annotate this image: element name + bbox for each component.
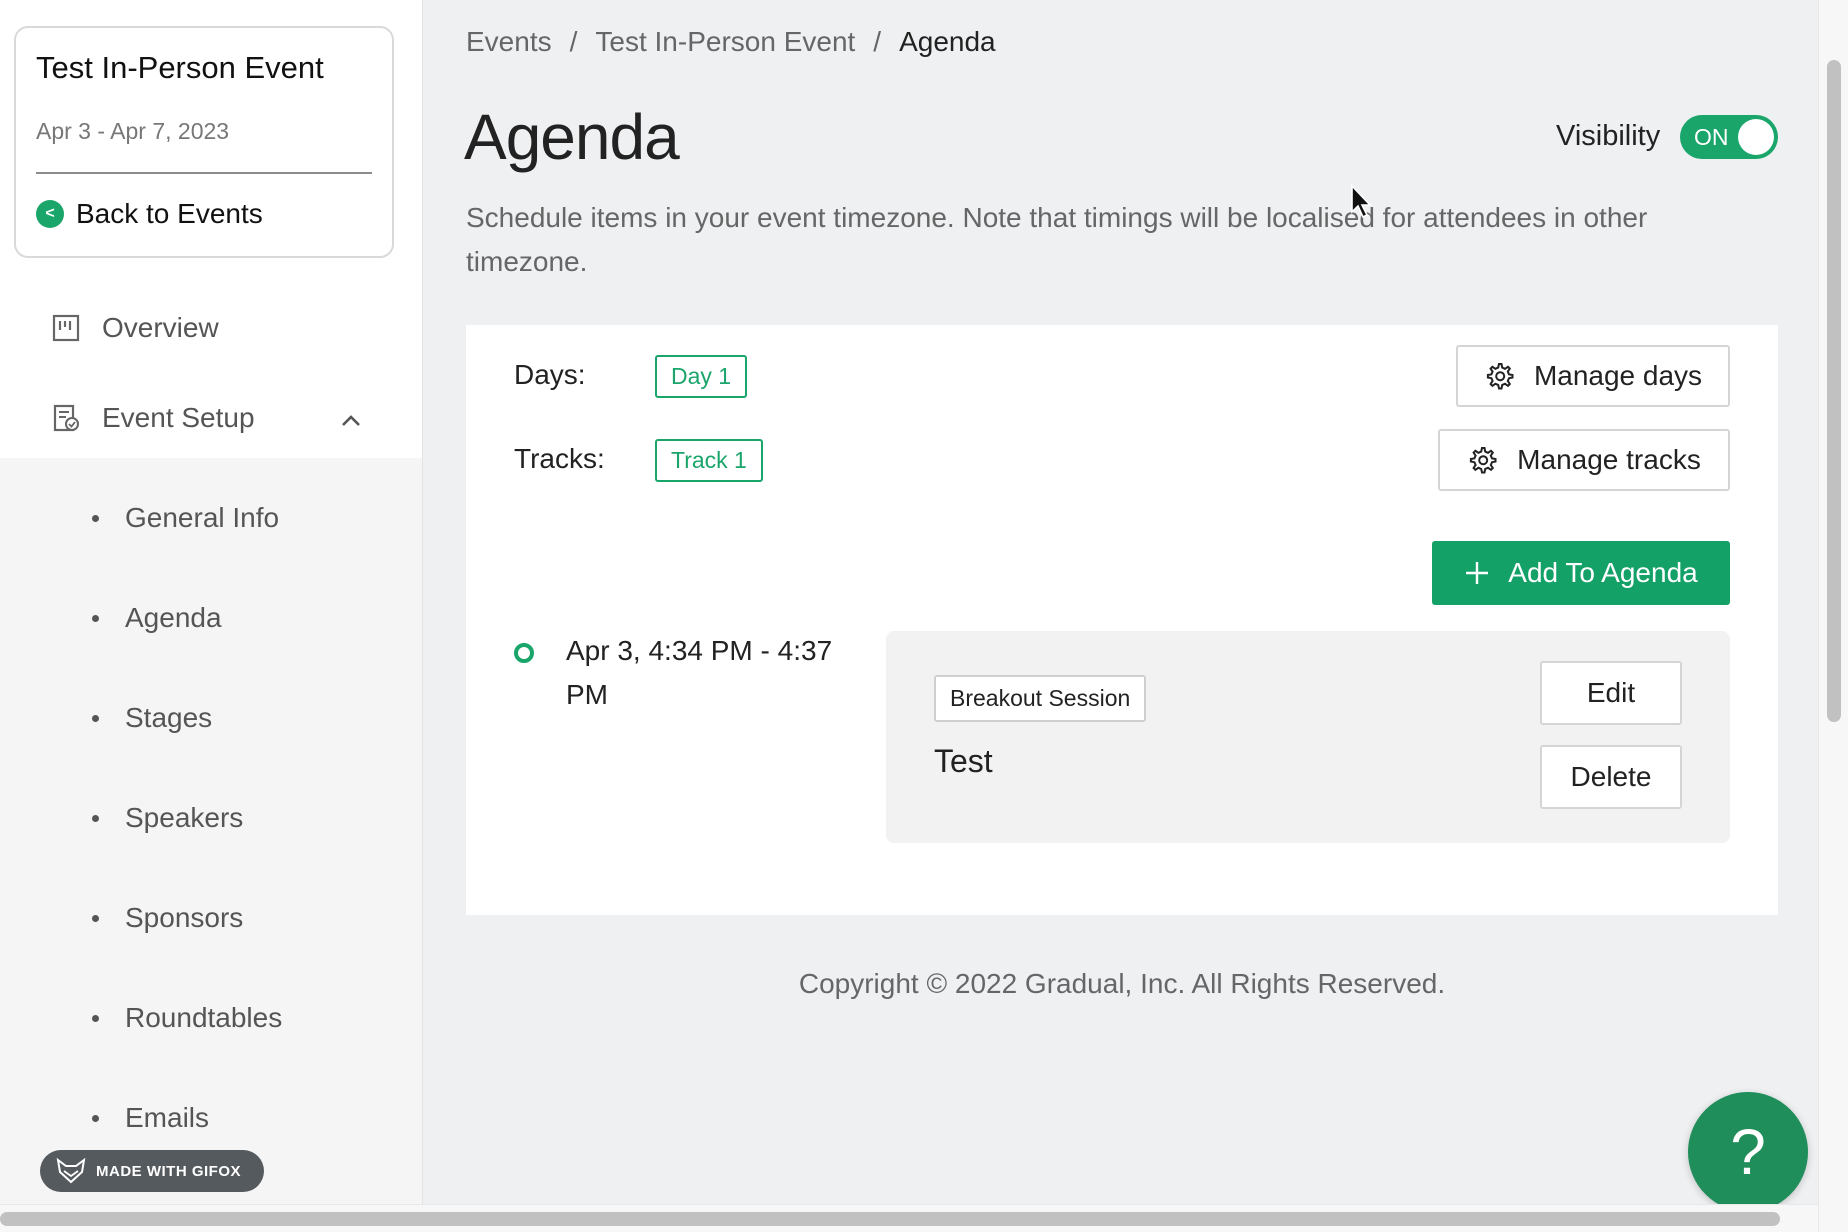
back-to-events-link[interactable]: < Back to Events <box>36 198 263 230</box>
event-title: Test In-Person Event <box>36 50 324 85</box>
edit-button[interactable]: Edit <box>1540 661 1682 725</box>
sidebar-subitem-label: General Info <box>125 502 280 533</box>
copyright-footer: Copyright © 2022 Gradual, Inc. All Right… <box>798 968 1446 999</box>
delete-label: Delete <box>1570 761 1652 792</box>
agenda-panel: Days: Day 1 Manage days Tracks: Track 1 … <box>466 325 1778 915</box>
sidebar-item-event-setup[interactable]: Event Setup <box>52 402 255 434</box>
help-button[interactable]: ? <box>1688 1092 1808 1212</box>
toggle-knob <box>1738 119 1774 155</box>
bullet <box>92 814 99 822</box>
sidebar-subitem-stages[interactable]: Stages <box>92 702 212 734</box>
gifox-watermark: MADE WITH GIFOX <box>40 1150 264 1192</box>
breadcrumb-separator: / <box>569 26 578 57</box>
add-to-agenda-label: Add To Agenda <box>1508 557 1698 588</box>
back-arrow-icon: < <box>36 200 64 228</box>
delete-button[interactable]: Delete <box>1540 745 1682 809</box>
vertical-scrollbar[interactable] <box>1818 0 1848 1232</box>
tracks-label: Tracks: <box>514 443 605 474</box>
sidebar-subitem-emails[interactable]: Emails <box>92 1102 209 1134</box>
breadcrumb-current: Agenda <box>899 26 996 57</box>
page-title: Agenda <box>464 101 680 173</box>
sidebar: Test In-Person Event Apr 3 - Apr 7, 2023… <box>0 0 423 1232</box>
sidebar-subitem-label: Emails <box>125 1102 210 1133</box>
day-tag[interactable]: Day 1 <box>655 355 748 398</box>
session-type-badge: Breakout Session <box>934 675 1147 722</box>
gear-icon <box>1486 363 1514 390</box>
breadcrumb: Events / Test In-Person Event / Agenda <box>466 26 1014 58</box>
plus-icon <box>1466 562 1489 584</box>
visibility-label: Visibility <box>1556 120 1661 152</box>
sidebar-subitem-label: Agenda <box>125 602 222 633</box>
card-divider <box>36 172 372 174</box>
event-setup-icon <box>53 404 79 432</box>
visibility-toggle[interactable]: ON <box>1680 115 1778 159</box>
sidebar-subitem-label: Sponsors <box>125 902 244 933</box>
horizontal-scrollbar[interactable] <box>0 1204 1818 1232</box>
back-to-events-label: Back to Events <box>76 198 263 229</box>
horizontal-scroll-thumb[interactable] <box>0 1212 1780 1226</box>
bullet <box>92 614 99 622</box>
add-to-agenda-button[interactable]: Add To Agenda <box>1432 541 1730 605</box>
edit-label: Edit <box>1586 677 1636 708</box>
sidebar-item-label: Event Setup <box>102 402 255 433</box>
toggle-state-text: ON <box>1694 124 1729 150</box>
sidebar-item-overview[interactable]: Overview <box>52 312 219 344</box>
sidebar-subitem-speakers[interactable]: Speakers <box>92 802 243 834</box>
event-card: Test In-Person Event Apr 3 - Apr 7, 2023… <box>14 26 394 258</box>
sidebar-top-section: Test In-Person Event Apr 3 - Apr 7, 2023… <box>0 0 422 458</box>
track-tag[interactable]: Track 1 <box>655 439 763 482</box>
bullet <box>92 1014 99 1022</box>
sidebar-subitem-general-info[interactable]: General Info <box>92 502 279 534</box>
sidebar-subitem-agenda[interactable]: Agenda <box>92 602 222 634</box>
manage-tracks-button[interactable]: Manage tracks <box>1438 429 1730 491</box>
bullet <box>92 514 99 522</box>
sidebar-item-label: Overview <box>102 312 219 343</box>
bullet <box>92 1114 99 1122</box>
breadcrumb-event[interactable]: Test In-Person Event <box>595 26 855 58</box>
gear-icon <box>1470 447 1497 474</box>
vertical-scroll-thumb[interactable] <box>1827 60 1841 722</box>
manage-days-label: Manage days <box>1533 360 1703 391</box>
sidebar-subitem-label: Speakers <box>125 802 244 833</box>
manage-days-button[interactable]: Manage days <box>1456 345 1730 407</box>
days-label: Days: <box>514 359 586 390</box>
sidebar-subitem-roundtables[interactable]: Roundtables <box>92 1002 282 1034</box>
breadcrumb-events[interactable]: Events <box>466 26 552 58</box>
event-dates: Apr 3 - Apr 7, 2023 <box>36 118 230 144</box>
sidebar-subitem-label: Stages <box>125 702 213 733</box>
manage-tracks-label: Manage tracks <box>1517 444 1701 475</box>
sidebar-subitem-sponsors[interactable]: Sponsors <box>92 902 243 934</box>
session-title: Test <box>934 743 993 779</box>
overview-icon <box>52 314 80 342</box>
breadcrumb-separator: / <box>873 26 882 57</box>
agenda-item-card: Breakout Session Test Edit Delete <box>886 631 1730 843</box>
page-description: Schedule items in your event timezone. N… <box>466 202 1648 277</box>
bullet <box>92 914 99 922</box>
agenda-item-time: Apr 3, 4:34 PM - 4:37 PM <box>566 635 833 710</box>
gifox-text: MADE WITH GIFOX <box>96 1162 241 1180</box>
timeline-dot <box>514 643 534 663</box>
chevron-up-icon[interactable] <box>340 410 362 432</box>
fox-icon <box>56 1158 86 1184</box>
mouse-pointer-icon <box>1351 184 1372 219</box>
bullet <box>92 714 99 722</box>
sidebar-subitem-label: Roundtables <box>125 1002 283 1033</box>
